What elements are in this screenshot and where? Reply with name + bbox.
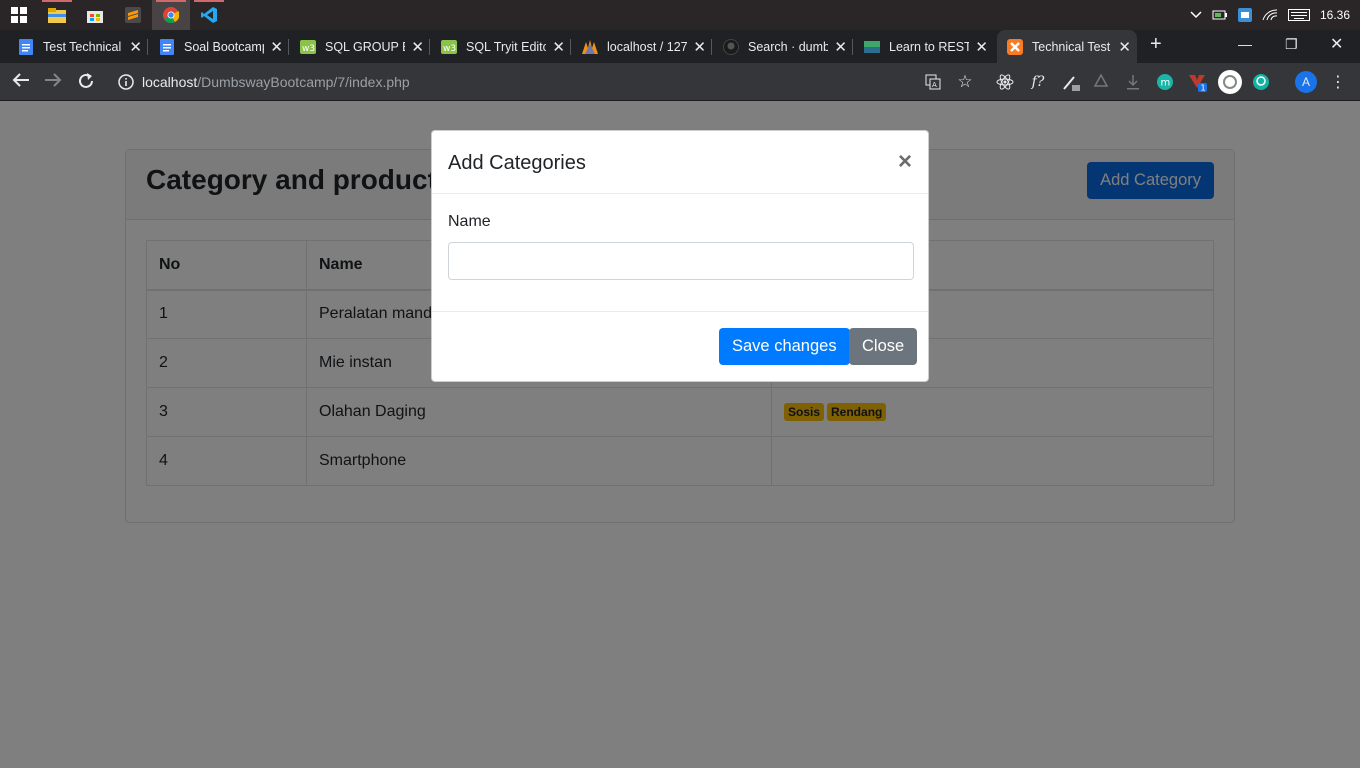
chrome-menu-icon[interactable]: ⋮ [1328,72,1348,92]
tab-sql-group-by[interactable]: w3 SQL GROUP BY ✕ [282,30,430,63]
tray-app-icon[interactable] [1237,8,1252,22]
google-docs-icon [159,38,175,55]
tab-label: localhost / 127. [607,39,687,54]
restore-window-icon[interactable]: ❐ [1285,36,1298,53]
extension-brain-icon[interactable] [1251,72,1271,92]
color-picker-icon[interactable] [1061,72,1081,92]
site-favicon-icon [864,39,880,55]
file-explorer-icon[interactable] [38,0,76,30]
store-icon[interactable] [76,0,114,30]
svg-text:w3: w3 [302,44,315,54]
wifi-icon[interactable] [1262,9,1278,21]
category-name-input[interactable] [448,242,914,280]
modal-title: Add Categories [448,152,586,174]
name-field-label: Name [448,213,491,230]
github-icon [723,38,739,55]
tab-close-icon[interactable]: ✕ [975,38,988,56]
chrome-icon[interactable] [152,0,190,30]
save-changes-button[interactable]: Save changes [719,328,850,365]
tab-close-icon[interactable]: ✕ [1118,38,1131,56]
browser-toolbar: localhost/DumbswayBootcamp/7/index.php A… [0,63,1360,101]
battery-icon[interactable] [1212,10,1228,20]
tab-github-search[interactable]: Search · dumb ✕ [705,30,853,63]
close-window-icon[interactable]: ✕ [1330,34,1343,54]
reload-icon[interactable] [77,72,95,95]
profile-avatar[interactable]: A [1295,71,1317,93]
new-tab-button[interactable]: + [1150,33,1162,56]
phpmyadmin-icon [582,39,598,55]
address-bar-url[interactable]: localhost/DumbswayBootcamp/7/index.php [142,74,410,90]
download-icon[interactable] [1123,72,1143,92]
url-host: localhost [142,74,198,90]
svg-text:w3: w3 [443,44,456,54]
tab-localhost-phpmyadmin[interactable]: localhost / 127. ✕ [564,30,712,63]
google-docs-icon [18,38,34,55]
minimize-window-icon[interactable]: — [1238,36,1252,52]
url-path: /DumbswayBootcamp/7/index.php [197,74,410,90]
close-button[interactable]: Close [849,328,918,365]
tab-test-technical[interactable]: Test Technical I ✕ [0,30,148,63]
windows-taskbar: 16.36 [0,0,1360,30]
tab-label: Search · dumb [748,39,828,54]
site-info-icon[interactable] [118,74,134,95]
forward-icon[interactable] [44,72,62,93]
sublime-text-icon[interactable] [114,0,152,30]
browser-tab-strip: Test Technical I ✕ Soal Bootcamp ✕ w3 SQ… [0,30,1360,63]
extension-circle-icon[interactable] [1218,70,1242,94]
vscode-icon[interactable] [190,0,228,30]
bookmark-star-icon[interactable]: ☆ [955,72,975,92]
function-extension-icon[interactable]: f? [1028,72,1048,92]
modal-footer: Save changes Close [432,312,928,382]
tab-technical-test[interactable]: Technical Test ✕ [997,30,1137,63]
keyboard-icon[interactable] [1287,9,1310,21]
tab-label: Technical Test [1032,39,1111,54]
translate-icon[interactable]: A [923,72,943,92]
taskbar-clock[interactable]: 16.36 [1320,8,1350,22]
tab-soal-bootcamp[interactable]: Soal Bootcamp ✕ [141,30,289,63]
tab-label: Learn to REST [889,39,969,54]
svg-text:m: m [1161,78,1171,89]
tab-label: Soal Bootcamp [184,39,264,54]
tab-label: SQL GROUP BY [325,39,405,54]
svg-text:A: A [932,81,937,89]
w3schools-icon: w3 [300,39,316,55]
modal-close-icon[interactable]: × [898,148,912,176]
chevron-up-icon[interactable] [1190,11,1202,19]
tab-label: Test Technical I [43,39,123,54]
extension-badge-count: 1 [1201,84,1206,93]
tab-label: SQL Tryit Editor [466,39,546,54]
extension-badge-icon[interactable]: 1 [1187,72,1207,92]
tab-sql-tryit-editor[interactable]: w3 SQL Tryit Editor ✕ [423,30,571,63]
tab-learn-to-rest[interactable]: Learn to REST ✕ [846,30,994,63]
add-category-modal: Add Categories × Name Save changes Close [431,130,929,382]
recycle-extension-icon[interactable] [1091,72,1111,92]
xampp-icon [1007,38,1023,55]
modal-header: Add Categories × [432,131,928,194]
extension-m-icon[interactable]: m [1155,72,1175,92]
react-devtools-icon[interactable] [995,72,1015,92]
w3schools-icon: w3 [441,39,457,55]
back-icon[interactable] [12,72,30,93]
windows-start-icon[interactable] [0,0,38,30]
modal-body: Name [432,194,928,312]
